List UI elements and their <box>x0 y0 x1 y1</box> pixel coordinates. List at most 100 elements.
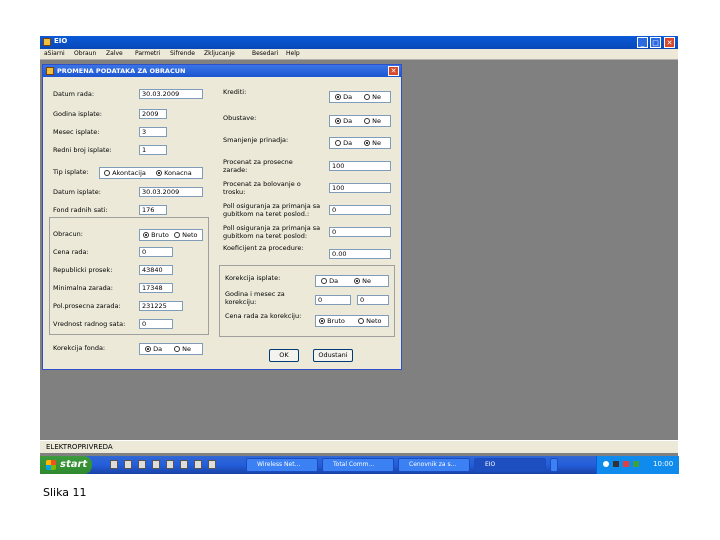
republicki-prosek-label: Republicki prosek: <box>53 266 113 274</box>
korekcija-fonda-ne-option[interactable]: Ne <box>174 346 191 353</box>
radio-icon <box>358 318 364 324</box>
menu-item[interactable]: Help <box>286 50 300 57</box>
close-button[interactable]: ✕ <box>664 37 675 48</box>
smanjenje-group: Da Ne <box>329 137 391 149</box>
krediti-da-option[interactable]: Da <box>335 94 352 101</box>
quicklaunch-icon[interactable] <box>194 460 202 469</box>
radio-selected-icon <box>364 140 370 146</box>
dialog-title: PROMENA PODATAKA ZA OBRACUN <box>57 67 186 75</box>
mesec-isplate-label: Mesec isplate: <box>53 128 100 136</box>
menu-item[interactable]: Besedari <box>252 50 278 57</box>
option-label: Da <box>153 345 163 353</box>
cena-korekcija-neto-option[interactable]: Neto <box>358 318 381 325</box>
quicklaunch-icon[interactable] <box>166 460 174 469</box>
radio-selected-icon <box>145 346 151 352</box>
korekcija-da-option[interactable]: Da <box>321 278 338 285</box>
option-label: Ne <box>372 93 381 101</box>
cena-korekcija-bruto-option[interactable]: Bruto <box>319 318 345 325</box>
quicklaunch-icon[interactable] <box>124 460 132 469</box>
smanjenje-ne-option[interactable]: Ne <box>364 140 381 147</box>
taskbar-button[interactable]: Wireless Net... <box>246 458 318 472</box>
quicklaunch-icon[interactable] <box>180 460 188 469</box>
obracun-bruto-option[interactable]: Bruto <box>143 232 169 239</box>
menu-item[interactable]: Zalve <box>106 50 123 57</box>
datum-rada-input[interactable]: 30.03.2009 <box>139 89 203 99</box>
menu-item[interactable]: Obraun <box>74 50 96 57</box>
tray-icon[interactable] <box>613 461 619 467</box>
poslednja-zarada-input[interactable]: 231225 <box>139 301 183 311</box>
godina-isplate-input[interactable]: 2009 <box>139 109 167 119</box>
title-bar[interactable]: EIO _ □ ✕ <box>40 36 678 49</box>
taskbar-button[interactable] <box>550 458 558 472</box>
minimize-button[interactable]: _ <box>637 37 648 48</box>
option-label: Ne <box>362 277 371 285</box>
dialog-title-bar[interactable]: PROMENA PODATAKA ZA OBRACUN ✕ <box>43 65 401 77</box>
cena-korekcija-label: Cena rada za korekciju: <box>225 312 302 320</box>
option-label: Ne <box>182 345 191 353</box>
radio-selected-icon <box>143 232 149 238</box>
menu-item[interactable]: Sifrende <box>170 50 195 57</box>
mesec-korekcija-input[interactable]: 0 <box>357 295 389 305</box>
procenat-rada-label: Procenat za prosecne zarade: <box>223 158 293 174</box>
taskbar-button[interactable]: Total Comm... <box>322 458 394 472</box>
republicki-prosek-input[interactable]: 43840 <box>139 265 173 275</box>
radio-selected-icon <box>354 278 360 284</box>
maximize-button[interactable]: □ <box>650 37 661 48</box>
radio-icon <box>335 140 341 146</box>
procenat-rada-input[interactable]: 100 <box>329 161 391 171</box>
radio-icon <box>174 346 180 352</box>
mesec-isplate-input[interactable]: 3 <box>139 127 167 137</box>
godina-isplate-label: Godina isplate: <box>53 110 102 118</box>
menu-item[interactable]: Parmetri <box>135 50 160 57</box>
menu-item[interactable]: Zkljucanje <box>204 50 235 57</box>
ok-button[interactable]: OK <box>269 349 299 362</box>
tray-icon[interactable] <box>633 461 639 467</box>
radio-icon <box>364 118 370 124</box>
koeficijent-input[interactable]: 0.00 <box>329 249 391 259</box>
vrednost-sata-input[interactable]: 0 <box>139 319 173 329</box>
pol-pred-label: Poll osiguranja za primanja sa gubitkom … <box>223 224 321 240</box>
tray-icon[interactable] <box>603 461 609 467</box>
cena-rada-input[interactable]: 0 <box>139 247 173 257</box>
pol-pred-input[interactable]: 0 <box>329 227 391 237</box>
tip-konacna-option[interactable]: Konacna <box>156 170 192 177</box>
krediti-ne-option[interactable]: Ne <box>364 94 381 101</box>
minimalna-zarada-input[interactable]: 17348 <box>139 283 173 293</box>
godina-korekcija-input[interactable]: 0 <box>315 295 351 305</box>
quicklaunch-icon[interactable] <box>138 460 146 469</box>
smanjenje-da-option[interactable]: Da <box>335 140 352 147</box>
taskbar-button-active[interactable]: EIO <box>474 458 546 472</box>
quicklaunch-icon[interactable] <box>152 460 160 469</box>
quicklaunch-icon[interactable] <box>208 460 216 469</box>
quicklaunch-icon[interactable] <box>110 460 118 469</box>
option-label: Ne <box>372 117 381 125</box>
dialog-close-button[interactable]: ✕ <box>388 66 399 76</box>
korekcija-isplate-label: Korekcija isplate: <box>225 274 281 282</box>
tip-akontacija-option[interactable]: Akontacija <box>104 170 146 177</box>
radio-selected-icon <box>335 94 341 100</box>
datum-isplate-input[interactable]: 30.03.2009 <box>139 187 203 197</box>
dialog-icon <box>46 67 54 75</box>
minimalna-zarada-label: Minimalna zarada: <box>53 284 113 292</box>
obustave-ne-option[interactable]: Ne <box>364 118 381 125</box>
procenat-bolovanje-input[interactable]: 100 <box>329 183 391 193</box>
obracun-neto-option[interactable]: Neto <box>174 232 197 239</box>
pol-prinadja-input[interactable]: 0 <box>329 205 391 215</box>
taskbar-button[interactable]: Cenovnik za s... <box>398 458 470 472</box>
obracun-label: Obracun: <box>53 230 83 238</box>
fond-sati-input[interactable]: 176 <box>139 205 167 215</box>
start-button[interactable]: start <box>40 456 92 474</box>
option-label: Da <box>343 93 353 101</box>
tray-icon[interactable] <box>623 461 629 467</box>
koeficijent-label: Koeficijent za procedure: <box>223 244 304 252</box>
system-tray: 10:00 <box>596 456 679 474</box>
korekcija-fonda-da-option[interactable]: Da <box>145 346 162 353</box>
menu-item[interactable]: aSiarni <box>44 50 65 57</box>
redni-broj-input[interactable]: 1 <box>139 145 167 155</box>
odustani-button[interactable]: Odustani <box>313 349 353 362</box>
obustave-da-option[interactable]: Da <box>335 118 352 125</box>
korekcija-ne-option[interactable]: Ne <box>354 278 371 285</box>
datum-isplate-label: Datum isplate: <box>53 188 101 196</box>
tip-isplate-label: Tip isplate: <box>53 168 89 176</box>
status-bar: ELEKTROPRIVREDA <box>40 440 678 453</box>
